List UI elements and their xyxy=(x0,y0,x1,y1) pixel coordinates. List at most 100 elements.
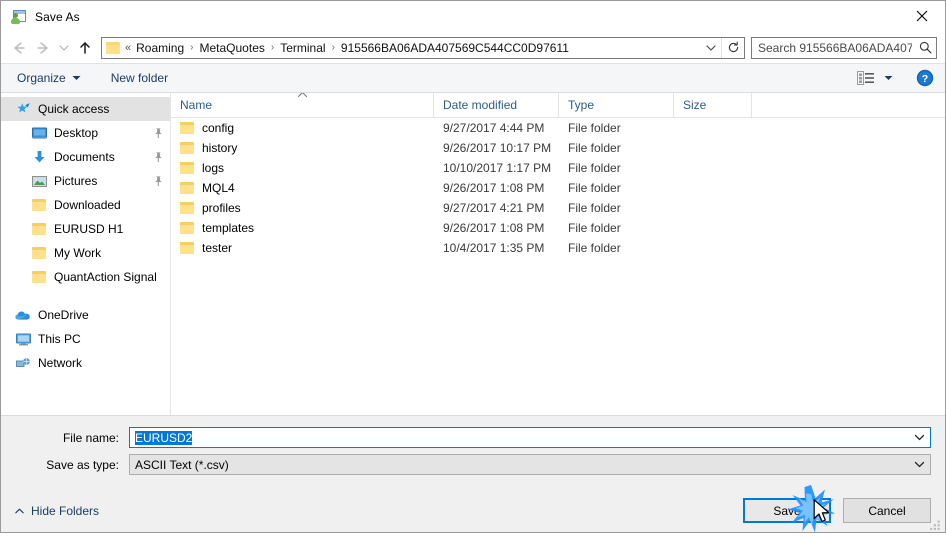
address-bar[interactable]: « Roaming › MetaQuotes › Terminal › 9155… xyxy=(101,36,745,59)
file-list: Name Date modified Type Size config 9/27… xyxy=(171,93,945,415)
table-row[interactable]: templates 9/26/2017 1:08 PM File folder xyxy=(171,218,945,238)
view-caret-down-icon[interactable] xyxy=(879,69,897,87)
sidebar-item-label: Documents xyxy=(54,150,115,164)
sidebar-item-documents[interactable]: Documents xyxy=(1,145,170,169)
file-name-cell: MQL4 xyxy=(171,181,434,195)
save-form: File name: EURUSD2 Save as type: ASCII T… xyxy=(1,415,945,489)
breadcrumb-item-terminal[interactable]: Terminal xyxy=(277,39,328,57)
new-folder-button[interactable]: New folder xyxy=(109,69,170,87)
organize-button[interactable]: Organize xyxy=(15,69,83,87)
caret-down-icon xyxy=(72,75,81,81)
file-type-cell: File folder xyxy=(568,241,621,255)
file-type-cell: File folder xyxy=(568,121,621,135)
title-bar: Save As xyxy=(1,1,945,32)
search-icon[interactable] xyxy=(914,38,936,58)
sidebar-item-onedrive[interactable]: OneDrive xyxy=(1,303,170,327)
onedrive-cloud-icon xyxy=(15,307,31,323)
file-name-label: MQL4 xyxy=(202,181,235,195)
chevron-down-icon[interactable] xyxy=(701,38,721,58)
hide-folders-label: Hide Folders xyxy=(31,503,100,518)
close-icon[interactable] xyxy=(899,1,945,31)
pin-icon[interactable] xyxy=(152,175,164,187)
sidebar-item-label: OneDrive xyxy=(38,308,89,322)
navigation-bar: « Roaming › MetaQuotes › Terminal › 9155… xyxy=(1,32,945,63)
save-as-type-row: Save as type: ASCII Text (*.csv) xyxy=(15,454,931,475)
sidebar-item-quantaction-signal[interactable]: QuantAction Signal xyxy=(1,265,170,289)
up-arrow-icon[interactable] xyxy=(73,36,97,60)
file-date-cell: 10/10/2017 1:17 PM xyxy=(443,161,552,175)
new-folder-label: New folder xyxy=(110,71,169,85)
breadcrumb-separator: › xyxy=(331,42,335,53)
chevron-down-icon[interactable] xyxy=(908,455,930,474)
sort-ascending-caret-icon xyxy=(296,93,308,98)
column-header-type-label: Type xyxy=(568,98,595,112)
sidebar-item-my-work[interactable]: My Work xyxy=(1,241,170,265)
file-type-cell: File folder xyxy=(568,201,621,215)
sidebar-item-label: Downloaded xyxy=(54,198,121,212)
file-name-field[interactable]: EURUSD2 xyxy=(129,427,931,448)
file-name-label: tester xyxy=(202,241,233,255)
column-header-date-modified[interactable]: Date modified xyxy=(434,93,559,117)
command-toolbar: Organize New folder ? xyxy=(1,63,945,93)
save-as-type-field[interactable]: ASCII Text (*.csv) xyxy=(129,454,931,475)
hide-folders-button[interactable]: Hide Folders xyxy=(15,504,99,518)
file-date-cell: 9/27/2017 4:44 PM xyxy=(443,121,545,135)
file-name-cell: config xyxy=(171,121,434,135)
cancel-button[interactable]: Cancel xyxy=(843,498,931,523)
chevron-down-icon[interactable] xyxy=(908,428,930,447)
back-arrow-icon[interactable] xyxy=(7,36,31,60)
file-rows: config 9/27/2017 4:44 PM File folder his… xyxy=(171,118,945,415)
sidebar-item-eurusd-h1[interactable]: EURUSD H1 xyxy=(1,217,170,241)
breadcrumb-item-roaming[interactable]: Roaming xyxy=(133,39,187,57)
view-layout-icon[interactable] xyxy=(855,69,877,87)
file-type-cell: File folder xyxy=(568,181,621,195)
save-button[interactable]: Save xyxy=(743,498,831,523)
table-row[interactable]: history 9/26/2017 10:17 PM File folder xyxy=(171,138,945,158)
search-box[interactable] xyxy=(751,36,937,59)
table-row[interactable]: config 9/27/2017 4:44 PM File folder xyxy=(171,118,945,138)
refresh-icon[interactable] xyxy=(721,37,744,58)
breadcrumb-item-metaquotes[interactable]: MetaQuotes xyxy=(197,39,268,57)
file-name-cell: history xyxy=(171,141,434,155)
breadcrumb-overflow[interactable]: « xyxy=(125,42,133,54)
documents-download-icon xyxy=(31,149,47,165)
dialog-body: Quick access Desktop Documents Pictures … xyxy=(1,93,945,415)
search-input[interactable] xyxy=(752,40,914,55)
save-as-app-icon xyxy=(11,9,27,25)
network-icon xyxy=(15,355,31,371)
file-date-cell: 9/26/2017 1:08 PM xyxy=(443,181,545,195)
column-header-size[interactable]: Size xyxy=(674,93,752,117)
resize-grip-icon[interactable] xyxy=(929,517,942,531)
folder-icon xyxy=(180,182,194,194)
pin-icon[interactable] xyxy=(152,127,164,139)
column-header-name[interactable]: Name xyxy=(171,93,434,117)
sidebar-item-network[interactable]: Network xyxy=(1,351,170,375)
sidebar-item-this-pc[interactable]: This PC xyxy=(1,327,170,351)
breadcrumb-item-guid[interactable]: 915566BA06ADA407569C544CC0D97611 xyxy=(338,39,572,57)
sidebar-item-quick-access[interactable]: Quick access xyxy=(1,97,170,121)
save-as-type-label: Save as type: xyxy=(46,457,119,472)
sidebar-item-desktop[interactable]: Desktop xyxy=(1,121,170,145)
table-row[interactable]: logs 10/10/2017 1:17 PM File folder xyxy=(171,158,945,178)
file-name-selected-text: EURUSD2 xyxy=(135,430,193,445)
file-name-cell: templates xyxy=(171,221,434,235)
save-as-type-value: ASCII Text (*.csv) xyxy=(135,457,229,472)
sidebar-item-pictures[interactable]: Pictures xyxy=(1,169,170,193)
folder-icon xyxy=(31,197,47,213)
breadcrumb-separator: › xyxy=(190,42,194,53)
sidebar-item-label: Desktop xyxy=(54,126,99,140)
sidebar-item-downloaded[interactable]: Downloaded xyxy=(1,193,170,217)
file-date-cell: 9/26/2017 1:08 PM xyxy=(443,221,545,235)
table-row[interactable]: profiles 9/27/2017 4:21 PM File folder xyxy=(171,198,945,218)
table-row[interactable]: tester 10/4/2017 1:35 PM File folder xyxy=(171,238,945,258)
column-header-type[interactable]: Type xyxy=(559,93,674,117)
breadcrumb: « Roaming › MetaQuotes › Terminal › 9155… xyxy=(125,39,701,57)
table-row[interactable]: MQL4 9/26/2017 1:08 PM File folder xyxy=(171,178,945,198)
forward-arrow-icon[interactable] xyxy=(31,36,55,60)
recent-locations-chevron-icon[interactable] xyxy=(55,36,73,60)
dialog-footer: Hide Folders Save Cancel xyxy=(1,489,945,532)
pin-icon[interactable] xyxy=(152,151,164,163)
file-name-label: logs xyxy=(202,161,225,175)
help-question-icon[interactable]: ? xyxy=(915,68,935,88)
file-name-value[interactable]: EURUSD2 xyxy=(130,430,908,445)
